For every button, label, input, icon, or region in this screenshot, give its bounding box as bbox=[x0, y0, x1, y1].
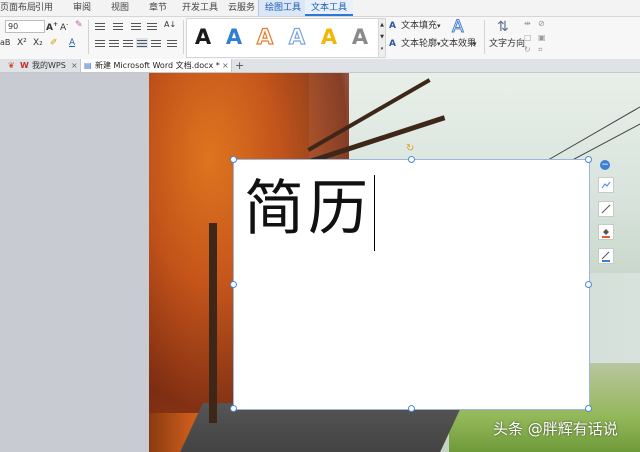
menu-page-layout[interactable]: 页面布局 bbox=[0, 0, 36, 16]
document-title-text: 简历 bbox=[244, 174, 372, 244]
rotate-tool-icon[interactable]: ↻ bbox=[524, 44, 531, 56]
menu-view[interactable]: 视图 bbox=[111, 0, 129, 16]
resize-handle-r[interactable] bbox=[585, 281, 592, 288]
align-tool-icon[interactable]: ⇹ bbox=[524, 18, 531, 30]
wordart-style-orange-outline[interactable]: A bbox=[251, 22, 279, 54]
subscript-icon[interactable]: X² bbox=[17, 37, 27, 49]
tab-document[interactable]: ▤ 新建 Microsoft Word 文档.docx * × bbox=[80, 59, 232, 72]
wordart-gallery: A A A A A A bbox=[186, 18, 380, 58]
resize-handle-l[interactable] bbox=[230, 281, 237, 288]
text-direction-button[interactable]: 文字方向 bbox=[489, 38, 525, 50]
menu-section[interactable]: 章节 bbox=[149, 0, 167, 16]
shrink-font-icon[interactable]: A- bbox=[60, 19, 68, 34]
resize-handle-t[interactable] bbox=[408, 156, 415, 163]
menu-cloud[interactable]: 云服务 bbox=[228, 0, 255, 16]
wordart-style-blue[interactable]: A bbox=[220, 22, 248, 54]
text-box[interactable]: 简历 ↻ bbox=[230, 143, 592, 412]
line-spacing-icon[interactable] bbox=[166, 38, 178, 48]
superscript-icon[interactable]: aB bbox=[0, 37, 10, 49]
new-tab-button[interactable]: + bbox=[235, 59, 244, 72]
ribbon: 90 A+ A- ✎ aB X² X₂ ✐ A A↓ A A A A A A ▲… bbox=[0, 17, 640, 60]
text-effects-button[interactable]: 文本效果 bbox=[440, 38, 476, 50]
text-effects-dropdown-icon[interactable]: ▾ bbox=[473, 38, 477, 50]
distribute-icon[interactable] bbox=[150, 38, 162, 48]
text-outline-icon[interactable]: A bbox=[389, 38, 396, 50]
sort-icon[interactable]: A↓ bbox=[164, 19, 176, 31]
align-right-icon[interactable] bbox=[122, 38, 134, 48]
menu-bar: 页面布局 引用 审阅 视图 章节 开发工具 云服务 绘图工具 文本工具 bbox=[0, 0, 640, 17]
tab-document-close-icon[interactable]: × bbox=[222, 59, 229, 72]
document-tab-bar: ❦ W 我的WPS × ▤ 新建 Microsoft Word 文档.docx … bbox=[0, 59, 640, 73]
wordart-style-black[interactable]: A bbox=[189, 22, 217, 54]
collapse-tools-icon[interactable]: − bbox=[600, 160, 610, 170]
wordart-style-yellow[interactable]: A bbox=[315, 22, 343, 54]
wps-w-icon: W bbox=[20, 61, 29, 70]
group-tool-icon[interactable]: ▢ bbox=[524, 32, 532, 44]
text-fill-button[interactable]: 文本填充 bbox=[401, 20, 437, 32]
edit-shape-icon[interactable] bbox=[598, 201, 614, 217]
tab-document-label: 新建 Microsoft Word 文档.docx * bbox=[95, 61, 220, 70]
wordart-style-gray[interactable]: A bbox=[346, 22, 374, 54]
justify-icon[interactable] bbox=[136, 38, 148, 48]
decrease-indent-icon[interactable] bbox=[130, 21, 142, 31]
font-size-value: 90 bbox=[8, 22, 19, 31]
highlight-icon[interactable]: ✐ bbox=[50, 37, 58, 49]
resize-handle-tl[interactable] bbox=[230, 156, 237, 163]
clear-format-icon[interactable]: ✎ bbox=[75, 19, 83, 31]
rotate-handle-icon[interactable]: ↻ bbox=[406, 143, 414, 154]
outline-icon[interactable] bbox=[598, 248, 614, 264]
number-list-icon[interactable] bbox=[112, 21, 124, 31]
wps-logo-icon: ❦ bbox=[8, 61, 15, 70]
menu-text-tools[interactable]: 文本工具 bbox=[305, 0, 354, 16]
font-size-combo[interactable]: 90 bbox=[5, 20, 45, 33]
layout-options-icon[interactable] bbox=[598, 177, 614, 193]
menu-review[interactable]: 审阅 bbox=[73, 0, 91, 16]
text-effects-icon[interactable]: A bbox=[452, 18, 465, 37]
ungroup-tool-icon[interactable]: ▣ bbox=[538, 32, 546, 44]
watermark: 头条 @胖辉有话说 bbox=[493, 420, 618, 438]
resize-handle-tr[interactable] bbox=[585, 156, 592, 163]
subscript2-icon[interactable]: X₂ bbox=[33, 37, 43, 49]
menu-developer[interactable]: 开发工具 bbox=[182, 0, 218, 16]
align-center-icon[interactable] bbox=[108, 38, 120, 48]
text-direction-icon[interactable]: ⇅ bbox=[497, 18, 509, 36]
menu-references[interactable]: 引用 bbox=[35, 0, 53, 16]
resize-handle-br[interactable] bbox=[585, 405, 592, 412]
wordart-style-blue-outline[interactable]: A bbox=[283, 22, 311, 54]
wrap-tool-icon[interactable]: ⌗ bbox=[538, 44, 543, 56]
link-tool-icon[interactable]: ⊘ bbox=[538, 18, 545, 30]
menu-drawing-tools[interactable]: 绘图工具 bbox=[258, 0, 309, 16]
tab-my-wps[interactable]: 我的WPS bbox=[32, 59, 66, 72]
document-title[interactable]: 简历 bbox=[244, 172, 375, 252]
font-color-icon[interactable]: A bbox=[69, 37, 75, 49]
bullet-list-icon[interactable] bbox=[94, 21, 106, 31]
text-fill-icon[interactable]: A bbox=[389, 20, 396, 32]
grow-font-icon[interactable]: A+ bbox=[46, 19, 58, 34]
document-icon: ▤ bbox=[84, 61, 92, 70]
text-fill-dropdown-icon[interactable]: ▾ bbox=[437, 20, 441, 32]
resize-handle-bl[interactable] bbox=[230, 405, 237, 412]
text-outline-button[interactable]: 文本轮廓 bbox=[401, 38, 437, 50]
fill-icon[interactable] bbox=[598, 224, 614, 240]
text-cursor bbox=[374, 175, 375, 252]
tab-my-wps-close-icon[interactable]: × bbox=[71, 59, 78, 72]
increase-indent-icon[interactable] bbox=[146, 21, 158, 31]
align-left-icon[interactable] bbox=[94, 38, 106, 48]
resize-handle-b[interactable] bbox=[408, 405, 415, 412]
